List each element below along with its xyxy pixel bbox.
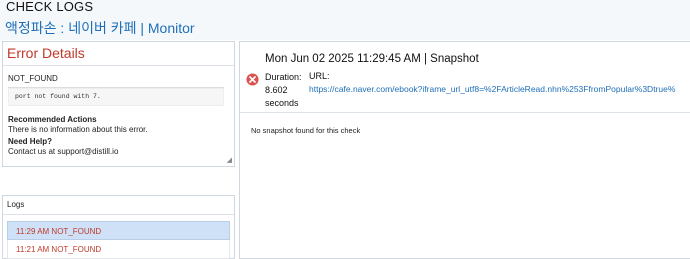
logs-panel: Logs 11:29 AM NOT_FOUND 11:21 AM NOT_FOU… — [2, 195, 235, 259]
log-item[interactable]: 11:29 AM NOT_FOUND — [7, 221, 230, 240]
error-icon — [246, 73, 259, 86]
url-label: URL: — [309, 71, 330, 81]
snapshot-url-link[interactable]: https://cafe.naver.com/ebook?iframe_url_… — [309, 84, 675, 94]
need-help-heading: Need Help? — [8, 137, 53, 146]
snapshot-title: Mon Jun 02 2025 11:29:45 AM | Snapshot — [265, 53, 479, 65]
resize-handle-icon[interactable]: ◢ — [227, 156, 232, 164]
snapshot-panel: Mon Jun 02 2025 11:29:45 AM | Snapshot D… — [239, 41, 690, 259]
error-details-body: NOT_FOUND port not found with 7. Recomme… — [3, 66, 234, 156]
log-item[interactable]: 11:21 AM NOT_FOUND — [7, 240, 230, 259]
logs-title: Logs — [3, 196, 234, 215]
no-snapshot-message: No snapshot found for this check — [251, 126, 361, 135]
duration-label: Duration: — [265, 72, 302, 82]
snapshot-header: Mon Jun 02 2025 11:29:45 AM | Snapshot D… — [240, 42, 690, 113]
error-message: port not found with 7. — [8, 88, 224, 106]
error-details-title: Error Details — [3, 42, 234, 66]
error-code: NOT_FOUND — [8, 74, 58, 83]
recommended-actions-text: There is no information about this error… — [8, 125, 148, 134]
page-title: CHECK LOGS — [6, 0, 94, 14]
duration-unit: seconds — [265, 98, 299, 108]
duration: Duration: 8.602 seconds — [265, 71, 310, 110]
duration-value: 8.602 — [265, 85, 288, 95]
top-bar: CHECK LOGS 액정파손 : 네이버 카페 | Monitor — [0, 0, 690, 40]
monitor-subtitle: 액정파손 : 네이버 카페 | Monitor — [5, 20, 195, 36]
support-contact: Contact us at support@distill.io — [8, 147, 119, 156]
recommended-actions-heading: Recommended Actions — [8, 115, 97, 124]
error-details-panel: Error Details NOT_FOUND port not found w… — [2, 41, 235, 167]
